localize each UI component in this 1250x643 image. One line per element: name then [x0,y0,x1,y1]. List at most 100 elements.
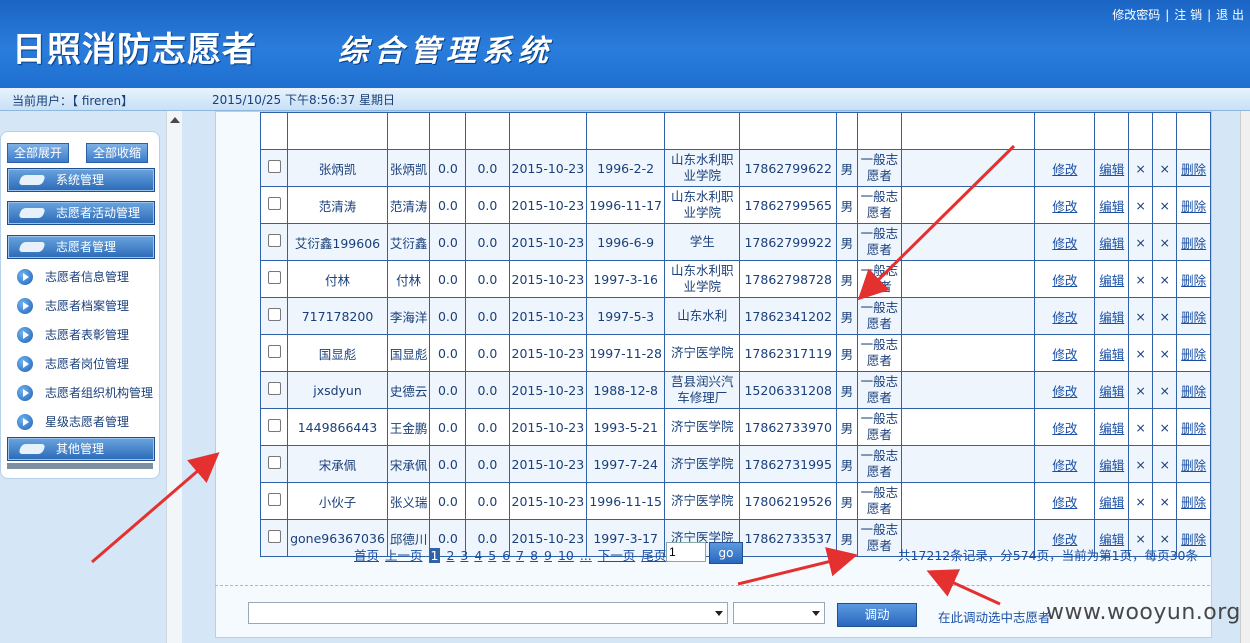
x-link[interactable]: × [1128,149,1154,187]
modify-link[interactable]: 修改 [1034,223,1096,261]
page-link[interactable]: 2 [446,548,454,563]
scroll-up-icon[interactable] [170,117,180,123]
next-page-link[interactable]: 下一页 [598,548,636,563]
page-link[interactable]: 8 [530,548,538,563]
delete-link[interactable]: 删除 [1176,223,1211,261]
menu-activity[interactable]: 志愿者活动管理 [7,201,155,225]
edit-link[interactable]: 编辑 [1094,297,1130,335]
row-checkbox[interactable] [267,493,281,506]
content-panel: 张炳凯 张炳凯 0.0 0.0 2015-10-23 1996-2-2 山东水利职业学院 17… [215,111,1212,638]
edit-link[interactable]: 编辑 [1094,371,1130,409]
x-link[interactable]: × [1128,482,1154,520]
page-number-input[interactable] [666,542,706,562]
modify-link[interactable]: 修改 [1034,260,1096,298]
menu-other[interactable]: 其他管理 [7,437,155,461]
cell-phone: 17862799622 [739,149,838,187]
frame-scrollbar[interactable] [166,111,183,643]
edit-link[interactable]: 编辑 [1094,482,1130,520]
delete-link[interactable]: 删除 [1176,297,1211,335]
x-link[interactable]: × [1128,445,1154,483]
chevron-down-icon [715,611,723,616]
modify-link[interactable]: 修改 [1034,408,1096,446]
go-button[interactable]: go [709,542,743,564]
change-password-link[interactable]: 修改密码 [1112,8,1160,22]
x-link[interactable]: × [1152,260,1178,298]
edit-link[interactable]: 编辑 [1094,186,1130,224]
row-checkbox[interactable] [267,197,281,210]
modify-link[interactable]: 修改 [1034,186,1096,224]
x-link[interactable]: × [1152,297,1178,335]
cell-reg: 2015-10-23 [508,482,588,520]
edit-link[interactable]: 编辑 [1094,334,1130,372]
modify-link[interactable]: 修改 [1034,371,1096,409]
page-link[interactable]: 5 [488,548,496,563]
expand-all-button[interactable]: 全部展开 [7,143,70,163]
page-link[interactable]: 7 [516,548,524,563]
x-link[interactable]: × [1152,482,1178,520]
menu-volunteer[interactable]: 志愿者管理 [7,235,155,259]
modify-link[interactable]: 修改 [1034,149,1096,187]
row-checkbox[interactable] [267,345,281,358]
delete-link[interactable]: 删除 [1176,149,1211,187]
x-link[interactable]: × [1128,297,1154,335]
exit-link[interactable]: 退 出 [1216,8,1244,22]
cell-birth: 1996-11-17 [586,186,666,224]
row-checkbox[interactable] [267,419,281,432]
delete-link[interactable]: 删除 [1176,260,1211,298]
modify-link[interactable]: 修改 [1034,445,1096,483]
edit-link[interactable]: 编辑 [1094,445,1130,483]
x-link[interactable]: × [1128,408,1154,446]
x-link[interactable]: × [1152,445,1178,483]
delete-link[interactable]: 删除 [1176,371,1211,409]
page-link[interactable]: 9 [544,548,552,563]
page-link[interactable]: 6 [502,548,510,563]
edit-link[interactable]: 编辑 [1094,260,1130,298]
last-page-link[interactable]: 尾页 [641,548,666,563]
delete-link[interactable]: 删除 [1176,334,1211,372]
edit-link[interactable]: 编辑 [1094,149,1130,187]
edit-link[interactable]: 编辑 [1094,223,1130,261]
modify-link[interactable]: 修改 [1034,334,1096,372]
x-link[interactable]: × [1128,260,1154,298]
row-checkbox[interactable] [267,530,281,543]
more-pages-link[interactable]: ... [580,548,592,563]
x-link[interactable]: × [1152,334,1178,372]
row-checkbox[interactable] [267,234,281,247]
page-link[interactable]: 10 [558,548,574,563]
x-link[interactable]: × [1128,334,1154,372]
row-checkbox[interactable] [267,382,281,395]
modify-link[interactable]: 修改 [1034,482,1096,520]
page-link[interactable]: 4 [474,548,482,563]
row-checkbox[interactable] [267,271,281,284]
logout-link[interactable]: 注 销 [1174,8,1202,22]
x-link[interactable]: × [1152,371,1178,409]
x-link[interactable]: × [1152,223,1178,261]
delete-link[interactable]: 删除 [1176,408,1211,446]
first-page-link[interactable]: 首页 [354,548,379,563]
x-link[interactable]: × [1152,408,1178,446]
prev-page-link[interactable]: 上一页 [385,548,423,563]
cell-b: 0.0 [465,408,510,446]
row-checkbox[interactable] [267,456,281,469]
delete-link[interactable]: 删除 [1176,482,1211,520]
x-link[interactable]: × [1152,149,1178,187]
row-checkbox[interactable] [267,308,281,321]
org-select[interactable] [248,602,728,624]
menu-system[interactable]: 系统管理 [7,168,155,192]
x-link[interactable]: × [1128,186,1154,224]
page-link[interactable]: 3 [460,548,468,563]
sub-org-select[interactable] [733,602,825,624]
cell-a: 0.0 [429,371,467,409]
x-link[interactable]: × [1128,223,1154,261]
transfer-button[interactable]: 调动 [837,603,917,627]
collapse-all-button[interactable]: 全部收缩 [86,143,149,163]
modify-link[interactable]: 修改 [1034,297,1096,335]
x-link[interactable]: × [1128,371,1154,409]
row-checkbox[interactable] [267,160,281,173]
page-scrollbar[interactable] [1240,111,1250,643]
delete-link[interactable]: 删除 [1176,445,1211,483]
delete-link[interactable]: 删除 [1176,186,1211,224]
edit-link[interactable]: 编辑 [1094,408,1130,446]
x-link[interactable]: × [1152,186,1178,224]
page-link-current[interactable]: 1 [428,548,441,563]
